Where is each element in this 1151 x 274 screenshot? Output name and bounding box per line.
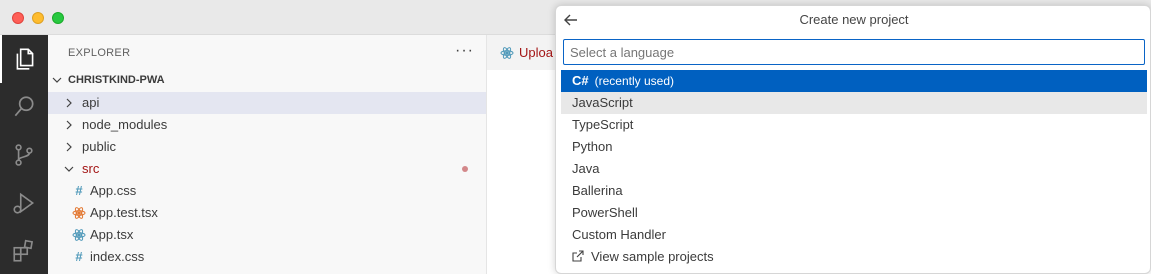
sample-link-label: View sample projects [591,249,714,264]
tree-item-src[interactable]: src [48,158,486,180]
search-activity-button[interactable] [0,83,48,131]
search-icon [14,96,34,117]
language-search-input[interactable] [563,39,1145,65]
tree-item-label: src [82,161,100,176]
explorer-sidebar: EXPLORER ··· CHRISTKIND-PWA api node_mod… [48,35,487,274]
tree-item-app-test-tsx[interactable]: App.test.tsx [48,202,486,224]
source-control-activity-button[interactable] [0,131,48,179]
activity-bar [0,35,48,274]
link-external-icon [572,250,584,262]
chevron-down-icon [52,77,62,83]
language-option-javascript[interactable]: JavaScript [561,92,1147,114]
view-sample-projects-link[interactable]: View sample projects [561,246,1147,268]
tree-item-api[interactable]: api [48,92,486,114]
extensions-icon [13,239,34,262]
tree-item-node-modules[interactable]: node_modules [48,114,486,136]
css-file-icon: # [75,183,83,198]
chevron-right-icon [66,120,72,130]
react-test-file-icon [72,207,86,219]
run-debug-activity-button[interactable] [0,179,48,227]
tree-item-app-tsx[interactable]: App.tsx [48,224,486,246]
language-option-python[interactable]: Python [561,136,1147,158]
source-control-icon [15,144,33,166]
css-file-icon: # [75,249,83,264]
project-folder-row[interactable]: CHRISTKIND-PWA [48,69,486,91]
more-actions-button[interactable]: ··· [455,42,474,60]
language-option-typescript[interactable]: TypeScript [561,114,1147,136]
option-label: C# [572,73,589,88]
language-option-java[interactable]: Java [561,158,1147,180]
project-name: CHRISTKIND-PWA [68,74,165,86]
tree-item-label: App.test.tsx [90,205,158,220]
tree-item-label: App.tsx [90,227,134,242]
editor-tab-label: Uploa [519,45,553,60]
react-file-icon [500,47,514,59]
explorer-title: EXPLORER [68,47,131,59]
chevron-down-icon [64,166,74,172]
run-debug-icon [13,192,35,214]
tree-item-label: public [82,139,116,154]
tree-item-app-css[interactable]: # App.css [48,180,486,202]
language-option-ballerina[interactable]: Ballerina [561,180,1147,202]
files-icon [16,48,34,70]
tree-item-label: api [82,95,100,110]
close-window-button[interactable] [12,12,24,24]
language-option-powershell[interactable]: PowerShell [561,202,1147,224]
tree-item-public[interactable]: public [48,136,486,158]
react-file-icon [72,229,86,241]
tree-item-index-css[interactable]: # index.css [48,246,486,268]
quick-pick-title: Create new project [799,12,909,27]
chevron-right-icon [66,142,72,152]
chevron-right-icon [66,98,72,108]
explorer-activity-button[interactable] [0,35,48,83]
modified-indicator [462,166,468,172]
language-option-custom-handler[interactable]: Custom Handler [561,224,1147,246]
minimize-window-button[interactable] [32,12,44,24]
recently-used-note: (recently used) [594,74,674,88]
tree-item-label: index.css [90,249,145,264]
language-option-csharp[interactable]: C# (recently used) [561,70,1147,92]
tree-item-label: App.css [90,183,137,198]
create-project-quick-pick: Create new project C# (recently used) Jav… [555,5,1151,274]
extensions-activity-button[interactable] [0,227,48,274]
tree-item-label: node_modules [82,117,168,132]
zoom-window-button[interactable] [52,12,64,24]
